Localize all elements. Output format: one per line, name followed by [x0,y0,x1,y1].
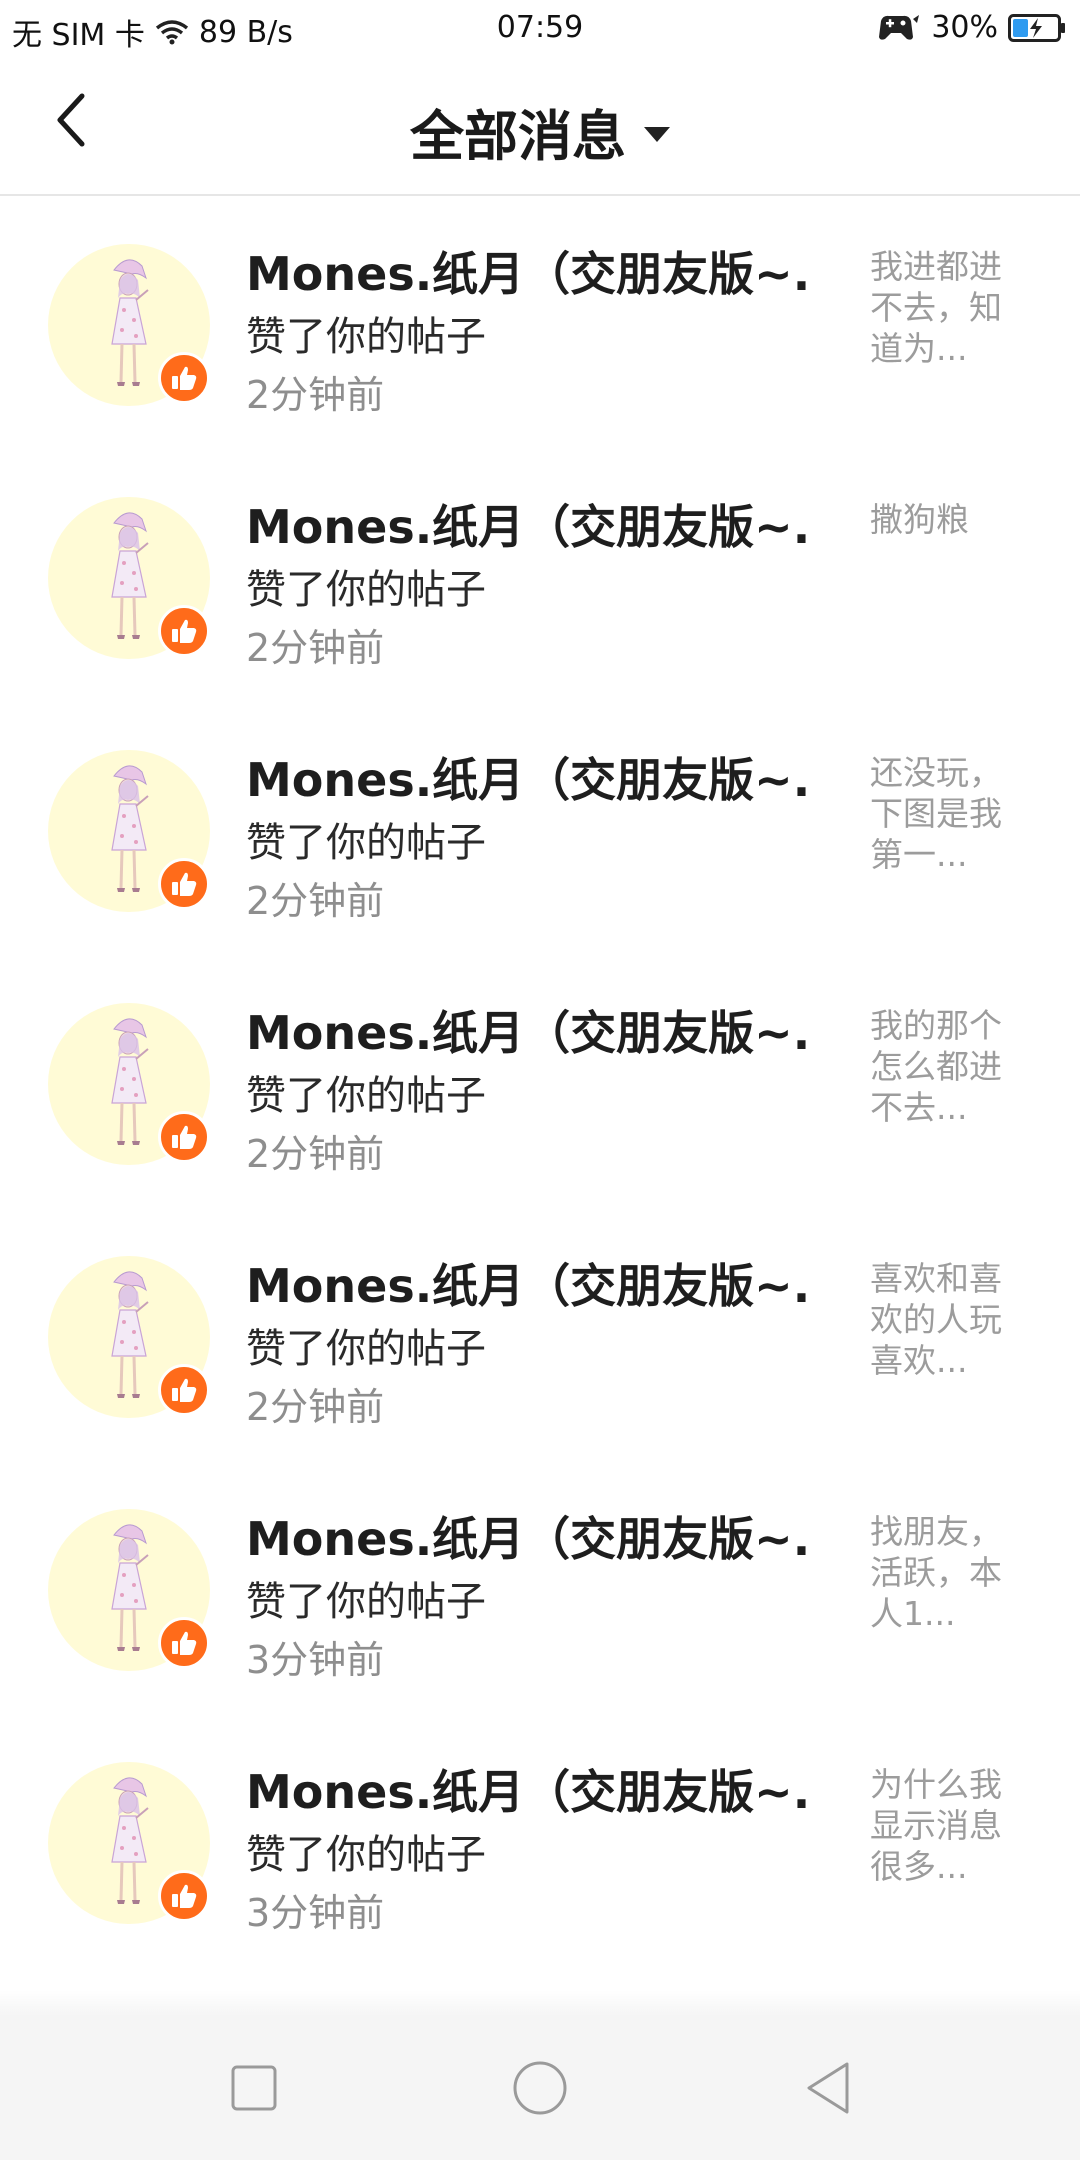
page-title: 全部消息 [410,105,626,168]
sender-name[interactable]: Mones.纸月（交朋友版~... [246,1250,806,1316]
home-button[interactable] [508,2056,572,2120]
post-preview[interactable]: 我的那个怎么都进不去... [870,1005,1020,1128]
post-preview[interactable]: 撒狗粮 [870,499,1020,540]
timestamp: 2分钟前 [246,879,385,923]
post-preview[interactable]: 喜欢和喜欢的人玩喜欢... [870,1258,1020,1381]
message-item[interactable]: Mones.纸月（交朋友版~... 赞了你的帖子 2分钟前 我进都进不去，知道为… [0,198,1080,451]
sender-name[interactable]: Mones.纸月（交朋友版~... [246,491,806,557]
message-list: Mones.纸月（交朋友版~... 赞了你的帖子 2分钟前 我进都进不去，知道为… [0,198,1080,1969]
system-back-button[interactable] [796,2056,860,2120]
action-text: 赞了你的帖子 [246,314,486,360]
thumbs-up-icon [158,605,210,657]
timestamp: 2分钟前 [246,373,385,417]
message-item[interactable]: Mones.纸月（交朋友版~... 赞了你的帖子 2分钟前 我的那个怎么都进不去… [0,957,1080,1210]
message-item[interactable]: Mones.纸月（交朋友版~... 赞了你的帖子 2分钟前 喜欢和喜欢的人玩喜欢… [0,1210,1080,1463]
timestamp: 2分钟前 [246,1385,385,1429]
thumbs-up-icon [158,1364,210,1416]
square-icon [231,2065,277,2111]
action-text: 赞了你的帖子 [246,1832,486,1878]
triangle-back-icon [807,2062,849,2114]
action-text: 赞了你的帖子 [246,1073,486,1119]
battery-icon [1008,13,1066,42]
timestamp: 2分钟前 [246,626,385,670]
battery-percent: 30% [931,10,998,45]
timestamp: 2分钟前 [246,1132,385,1176]
action-text: 赞了你的帖子 [246,567,486,613]
post-preview[interactable]: 找朋友，活跃，本人1... [870,1511,1020,1634]
thumbs-up-icon [158,352,210,404]
action-text: 赞了你的帖子 [246,1326,486,1372]
status-right: 30% [877,10,1066,45]
recent-apps-button[interactable] [222,2056,286,2120]
message-item[interactable]: Mones.纸月（交朋友版~... 赞了你的帖子 3分钟前 为什么我显示消息很多… [0,1716,1080,1969]
action-text: 赞了你的帖子 [246,820,486,866]
thumbs-up-icon [158,858,210,910]
timestamp: 3分钟前 [246,1891,385,1935]
thumbs-up-icon [158,1111,210,1163]
sender-name[interactable]: Mones.纸月（交朋友版~... [246,1503,806,1569]
navigation-bar [0,2016,1080,2160]
message-item[interactable]: Mones.纸月（交朋友版~... 赞了你的帖子 2分钟前 撒狗粮 [0,451,1080,704]
post-preview[interactable]: 为什么我显示消息很多... [870,1764,1020,1887]
header: 全部消息 [0,56,1080,196]
circle-icon [513,2061,567,2115]
thumbs-up-icon [158,1870,210,1922]
message-item[interactable]: Mones.纸月（交朋友版~... 赞了你的帖子 3分钟前 找朋友，活跃，本人1… [0,1463,1080,1716]
scroll-fade [0,1990,1080,2016]
sender-name[interactable]: Mones.纸月（交朋友版~... [246,997,806,1063]
post-preview[interactable]: 我进都进不去，知道为... [870,246,1020,369]
sender-name[interactable]: Mones.纸月（交朋友版~... [246,1756,806,1822]
dropdown-triangle-icon [644,127,670,142]
sender-name[interactable]: Mones.纸月（交朋友版~... [246,238,806,304]
status-bar: 无 SIM 卡 89 B/s 07:59 30% [0,0,1080,56]
post-preview[interactable]: 还没玩，下图是我第一... [870,752,1020,875]
title-dropdown[interactable]: 全部消息 [0,92,1080,171]
message-item[interactable]: Mones.纸月（交朋友版~... 赞了你的帖子 2分钟前 还没玩，下图是我第一… [0,704,1080,957]
action-text: 赞了你的帖子 [246,1579,486,1625]
thumbs-up-icon [158,1617,210,1669]
game-mode-icon [877,13,921,43]
sender-name[interactable]: Mones.纸月（交朋友版~... [246,744,806,810]
timestamp: 3分钟前 [246,1638,385,1682]
